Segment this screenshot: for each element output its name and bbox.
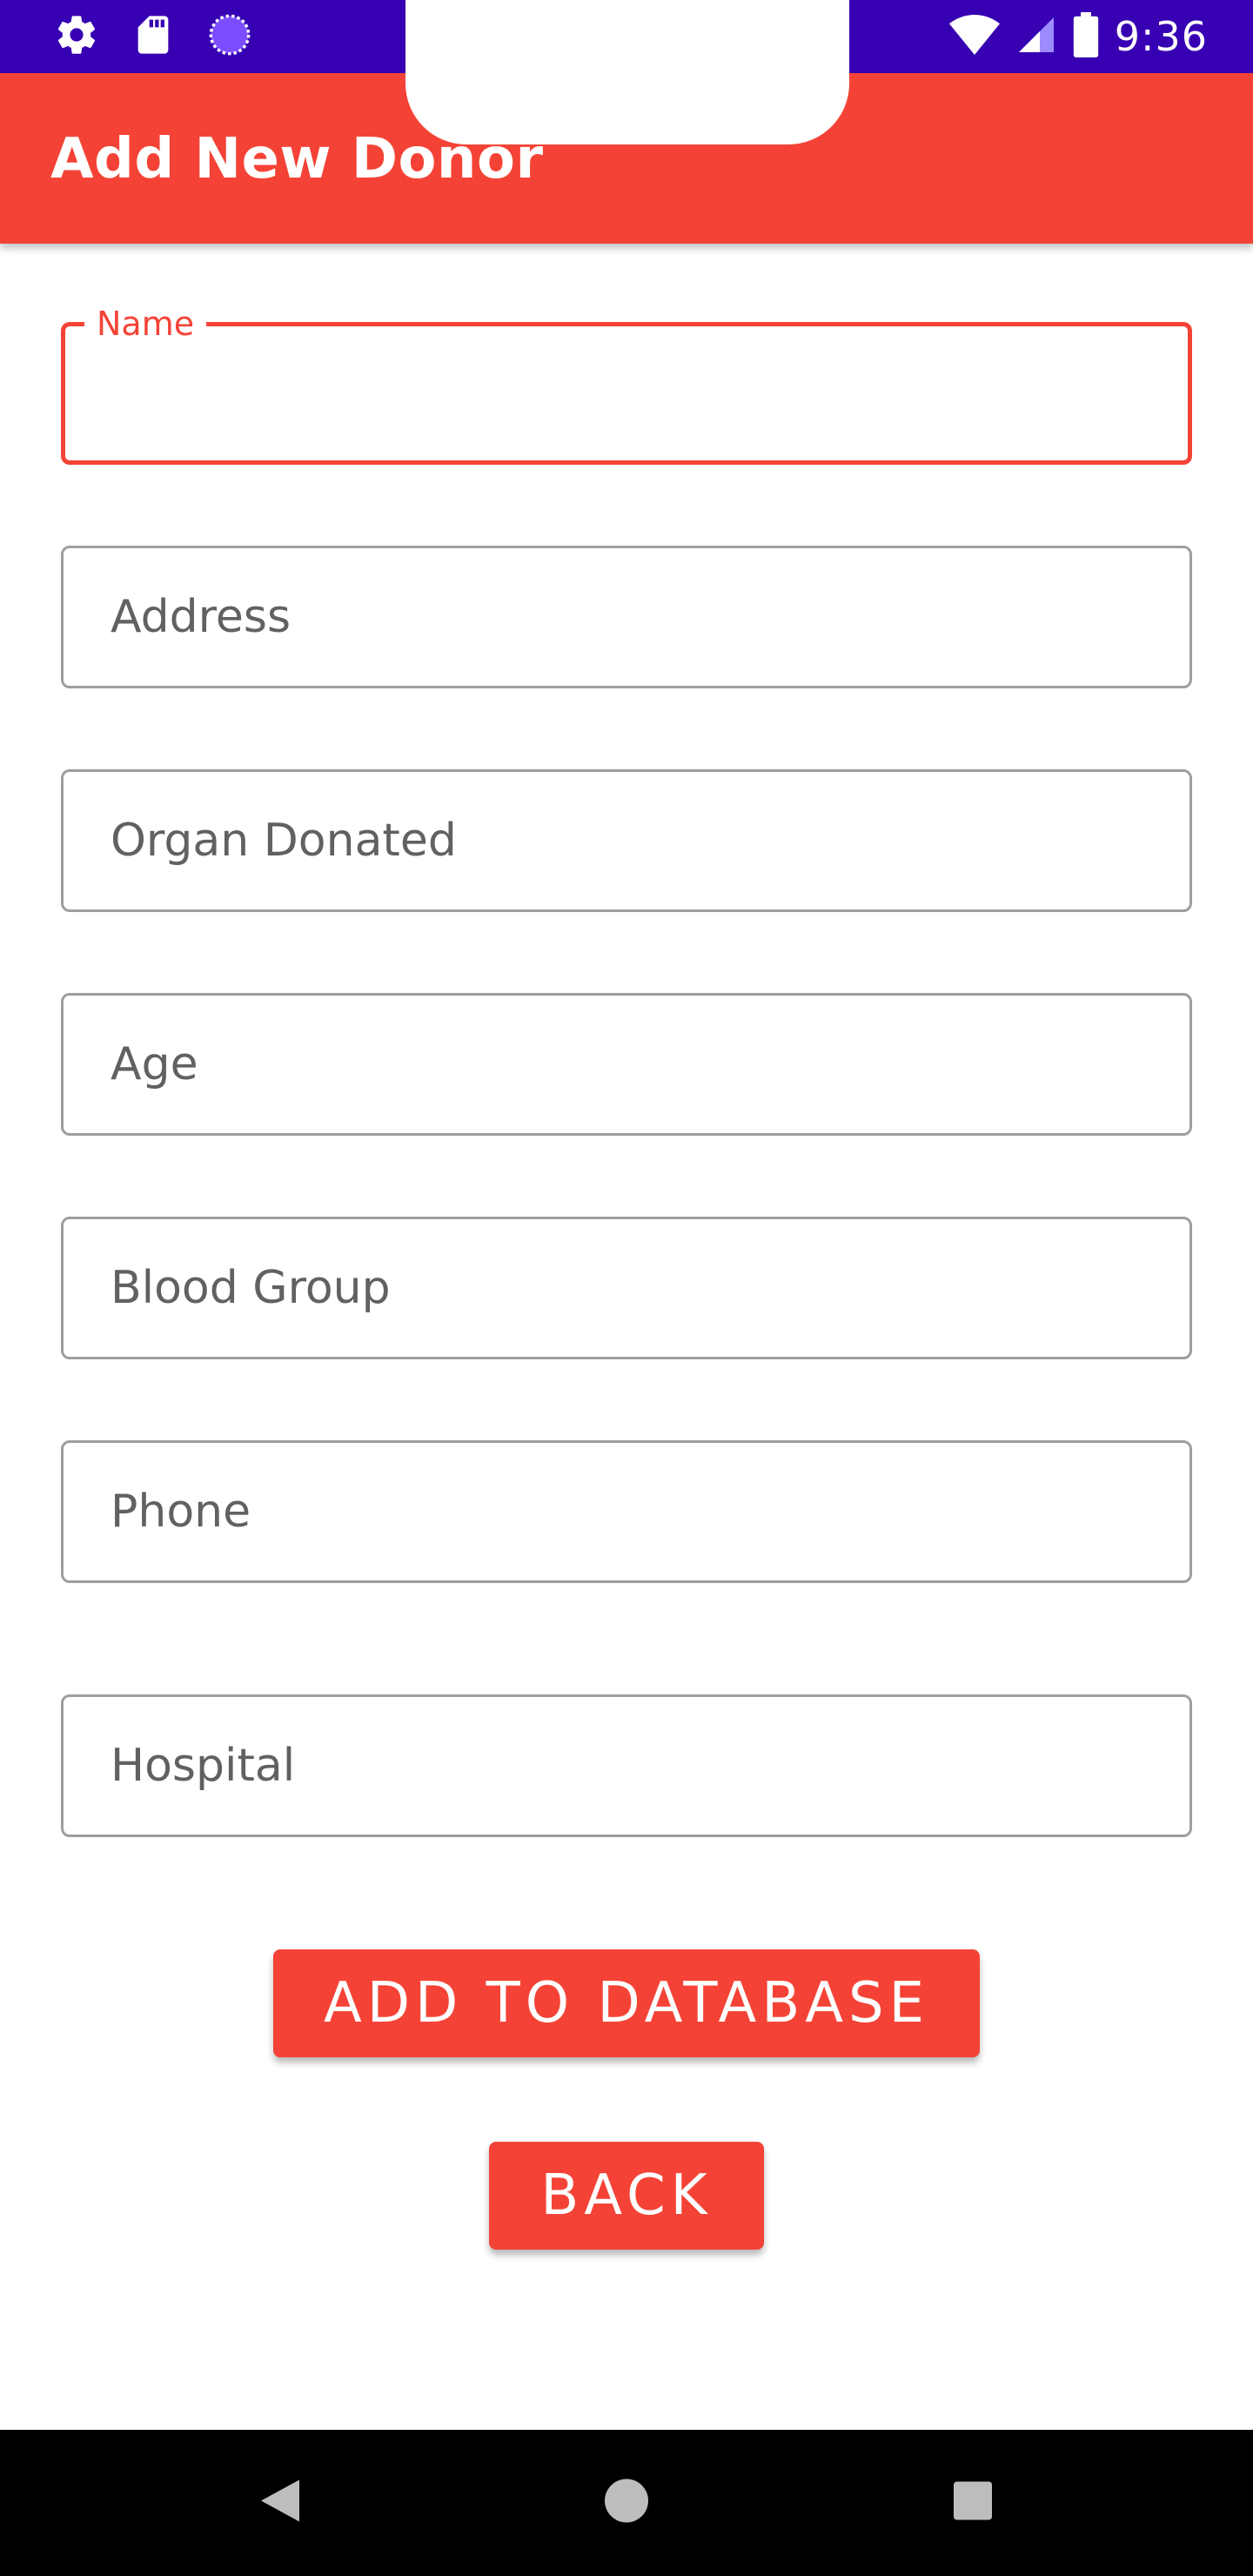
battery-icon <box>1073 11 1099 62</box>
display-notch <box>405 0 849 144</box>
hospital-placeholder: Hospital <box>111 1740 296 1792</box>
status-bar-right-icons: 9:36 <box>948 10 1208 63</box>
blood-group-placeholder: Blood Group <box>111 1262 391 1314</box>
add-donor-screen: 9:36 Add New Donor Name Address Organ Do… <box>0 0 1253 2576</box>
system-navigation-bar <box>0 2430 1253 2576</box>
recents-square-icon[interactable] <box>954 2481 992 2525</box>
organ-donated-field[interactable]: Organ Donated <box>61 769 1192 912</box>
address-placeholder: Address <box>111 591 291 643</box>
settings-icon <box>54 12 99 62</box>
signal-icon <box>1015 14 1057 60</box>
home-circle-icon[interactable] <box>605 2479 648 2527</box>
status-bar-left-icons <box>54 14 252 59</box>
phone-placeholder: Phone <box>111 1486 251 1538</box>
status-time: 9:36 <box>1114 13 1208 60</box>
hospital-field[interactable]: Hospital <box>61 1694 1192 1837</box>
loading-icon <box>207 12 252 62</box>
name-field-label: Name <box>84 304 207 344</box>
age-field[interactable]: Age <box>61 993 1192 1136</box>
add-to-database-button[interactable]: ADD TO DATABASE <box>273 1949 980 2057</box>
age-placeholder: Age <box>111 1038 198 1090</box>
name-field[interactable]: Name <box>61 304 1192 465</box>
sd-card-icon <box>132 12 174 62</box>
blood-group-field[interactable]: Blood Group <box>61 1217 1192 1359</box>
phone-field[interactable]: Phone <box>61 1440 1192 1583</box>
back-button[interactable]: BACK <box>489 2142 764 2250</box>
wifi-icon <box>948 14 1000 59</box>
organ-donated-placeholder: Organ Donated <box>111 815 457 867</box>
back-triangle-icon[interactable] <box>261 2479 299 2526</box>
address-field[interactable]: Address <box>61 546 1192 688</box>
page-title: Add New Donor <box>50 127 544 191</box>
